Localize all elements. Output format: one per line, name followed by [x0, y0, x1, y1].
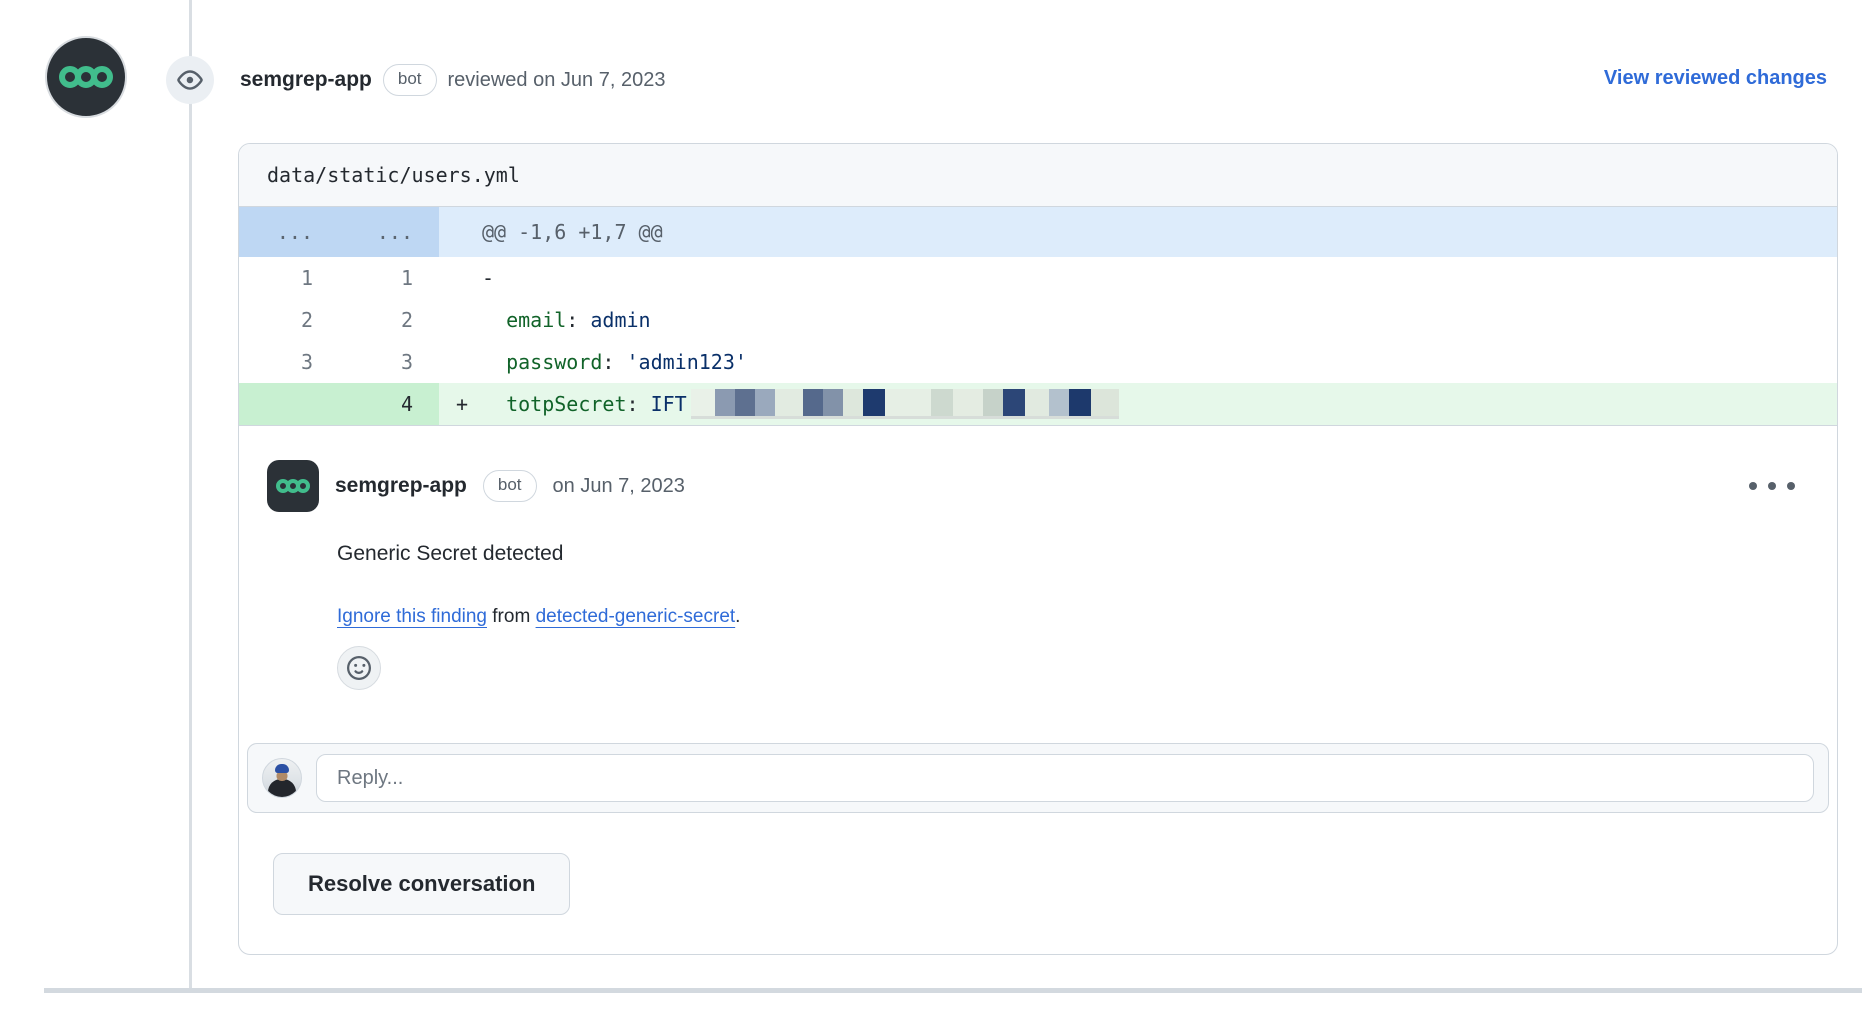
comment-author-avatar[interactable]: [267, 460, 319, 512]
smiley-icon: [347, 656, 371, 680]
diff-marker: +: [456, 392, 482, 416]
comment-body: Generic Secret detected: [337, 542, 1809, 566]
bot-badge: bot: [483, 470, 537, 502]
diff-line: 4+ totpSecret: IFT: [239, 383, 1837, 425]
semgrep-logo-icon: [276, 479, 310, 493]
old-line-number: 1: [239, 257, 339, 299]
from-text: from: [487, 606, 536, 627]
comment-author-name[interactable]: semgrep-app: [335, 474, 467, 498]
code-cell: + totpSecret: IFT: [439, 383, 1837, 425]
review-header: semgrep-app bot reviewed on Jun 7, 2023: [240, 56, 665, 104]
diff-line: 22 email: admin: [239, 299, 1837, 341]
new-line-number: 3: [339, 341, 439, 383]
diff-file-header[interactable]: data/static/users.yml: [239, 144, 1837, 207]
diff-line: 11-: [239, 257, 1837, 299]
old-line-number: 2: [239, 299, 339, 341]
rule-link[interactable]: detected-generic-secret: [536, 606, 736, 627]
comment-links: Ignore this finding from detected-generi…: [337, 606, 1809, 628]
diff-table: ... ... @@ -1,6 +1,7 @@ 11-22 email: adm…: [239, 207, 1837, 426]
period-text: .: [735, 606, 740, 627]
hunk-new-gutter: ...: [339, 207, 439, 257]
code-cell: email: admin: [439, 299, 1837, 341]
timeline-bottom-divider: [44, 988, 1862, 993]
new-line-number: 4: [339, 383, 439, 425]
reviewer-avatar[interactable]: [45, 36, 127, 118]
kebab-horizontal-icon[interactable]: [1749, 482, 1809, 490]
diff-hunk-row: ... ... @@ -1,6 +1,7 @@: [239, 207, 1837, 257]
review-card: data/static/users.yml ... ... @@ -1,6 +1…: [238, 143, 1838, 955]
ignore-finding-link[interactable]: Ignore this finding: [337, 606, 487, 627]
old-line-number: [239, 383, 339, 425]
redacted-secret: [691, 389, 1119, 419]
diff-lines: 11-22 email: admin33 password: 'admin123…: [239, 257, 1837, 425]
review-action-text: reviewed on Jun 7, 2023: [448, 69, 666, 92]
new-line-number: 1: [339, 257, 439, 299]
timeline-line: [189, 0, 192, 990]
bot-badge: bot: [383, 64, 437, 96]
old-line-number: 3: [239, 341, 339, 383]
resolve-row: Resolve conversation: [273, 853, 1837, 915]
comment-date: on Jun 7, 2023: [553, 475, 685, 498]
reviewer-name[interactable]: semgrep-app: [240, 68, 372, 92]
comment: semgrep-app bot on Jun 7, 2023 Generic S…: [239, 426, 1837, 690]
hunk-old-gutter: ...: [239, 207, 339, 257]
code-cell: password: 'admin123': [439, 341, 1837, 383]
code-cell: -: [439, 257, 1837, 299]
reply-input[interactable]: [316, 754, 1814, 802]
semgrep-logo-icon: [59, 66, 113, 88]
resolve-conversation-button[interactable]: Resolve conversation: [273, 853, 570, 915]
file-path: data/static/users.yml: [267, 163, 520, 187]
current-user-avatar[interactable]: [262, 758, 302, 798]
comment-header: semgrep-app bot on Jun 7, 2023: [267, 460, 1809, 512]
reply-strip: [247, 743, 1829, 813]
add-reaction-button[interactable]: [337, 646, 381, 690]
hunk-header: @@ -1,6 +1,7 @@: [439, 207, 1837, 257]
new-line-number: 2: [339, 299, 439, 341]
view-reviewed-changes-link[interactable]: View reviewed changes: [1604, 67, 1827, 90]
diff-line: 33 password: 'admin123': [239, 341, 1837, 383]
eye-icon: [166, 56, 214, 104]
